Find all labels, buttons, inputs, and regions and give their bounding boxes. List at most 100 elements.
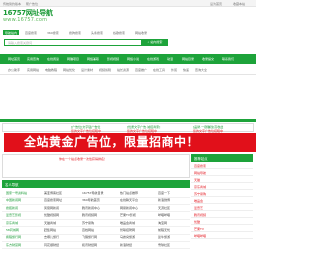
site-link[interactable]: 马蜂窝旅游 [120, 235, 135, 239]
tab-toutiao[interactable]: 头条搜索 [89, 30, 105, 35]
nav-item[interactable]: 收录提交 [202, 57, 214, 61]
sidebar-item[interactable]: 腾讯视频 [191, 211, 253, 218]
search-button[interactable]: ⌕ 站内搜索 [142, 39, 168, 46]
promo-banner[interactable]: 全站黄金广告位，限量招商中！ [4, 133, 256, 152]
site-link[interactable]: 新浪财经 [120, 243, 132, 247]
site-link[interactable]: 天涯社区 [158, 206, 170, 210]
site-link[interactable]: 百度一下 [158, 191, 170, 195]
ad-link[interactable]: 帮广告位 [26, 2, 38, 6]
nav-item[interactable]: 网址首页 [8, 57, 20, 61]
notice-box: 你在一个站点收录一次性获得排名！ [2, 154, 190, 178]
site-link[interactable]: 国家一号资料站 [6, 191, 27, 195]
site-link[interactable]: 和讯财经网 [82, 243, 97, 247]
nav-item[interactable]: 网站目录 [182, 57, 194, 61]
subnav-item[interactable]: 站长资源 [117, 68, 129, 72]
sidebar-item[interactable]: 哔哩哔哩 [191, 232, 253, 239]
site-link[interactable]: 新浪微博 [158, 198, 170, 202]
nav-item[interactable]: 在线游戏 [147, 57, 159, 61]
site-link[interactable]: 搜狐新闻 [6, 206, 18, 210]
site-link[interactable]: 东方财富网 [6, 243, 21, 247]
site-link[interactable]: 芒果TV影视 [120, 213, 136, 217]
subnav-item[interactable]: 在线工具 [153, 68, 165, 72]
site-link[interactable]: 去哪儿旅行 [44, 235, 59, 239]
site-link[interactable]: 在线聊天平台 [120, 198, 138, 202]
sidebar-item[interactable]: 爱奇艺 [191, 204, 253, 211]
nav-item[interactable]: 影视视频 [107, 57, 119, 61]
tab-site-search[interactable]: 导航站内 [3, 30, 20, 35]
subnav-item[interactable]: 电脑教程 [45, 68, 57, 72]
site-link[interactable]: 爱奇艺影视 [6, 213, 21, 217]
site-link[interactable]: 腾讯视频网 [82, 213, 97, 217]
search-button-label: 站内搜索 [150, 40, 163, 44]
subnav-item[interactable]: 网站优化 [63, 68, 75, 72]
site-link[interactable]: 苏宁易购 [82, 221, 94, 225]
sidebar-item[interactable]: 网站导航 [191, 169, 253, 176]
subnav-item[interactable]: 实用网站 [27, 68, 39, 72]
site-link[interactable]: 唯品会商城 [120, 221, 135, 225]
version-link[interactable]: 传统简约版本 [3, 2, 21, 6]
site-link[interactable]: 携程旅行网 [6, 235, 21, 239]
subnav-item[interactable]: 快递 [183, 68, 189, 72]
site-link[interactable]: 凤凰网新闻 [44, 206, 59, 210]
nav-item[interactable]: 网赚项目 [67, 57, 79, 61]
site-link[interactable]: 京东商城 [6, 221, 18, 225]
tab-360[interactable]: 360搜索 [45, 30, 61, 35]
site-link[interactable]: 淘宝网 [158, 221, 167, 225]
site-link[interactable]: 58同城网 [6, 228, 19, 232]
tab-sogou[interactable]: 搜狗搜索 [67, 30, 83, 35]
site-link[interactable]: 百姓网站 [82, 228, 94, 232]
site-link[interactable]: 优酷视频网 [44, 213, 59, 217]
nav-item[interactable]: 网络小说 [127, 57, 139, 61]
site-link[interactable]: 腾讯新闻中心 [82, 206, 100, 210]
tab-google[interactable]: 谷歌搜索 [111, 30, 127, 35]
sidebar-item[interactable]: 天猫 [191, 176, 253, 183]
site-link[interactable]: 360导航首页 [82, 198, 100, 202]
site-link[interactable]: 飞猪旅行网 [82, 235, 97, 239]
subnav-item[interactable]: 办公助手 [8, 68, 20, 72]
main-nav: 网址首页 实用查询 在线阅读 网赚项目 网络兼职 影视视频 网络小说 在线游戏 … [0, 54, 256, 64]
subnav-item[interactable]: 视频剪辑 [99, 68, 111, 72]
site-link[interactable]: 中国新闻网 [6, 198, 21, 202]
section-divider [0, 119, 256, 122]
sidebar-title: 推荐站点 [191, 154, 253, 162]
sidebar-item[interactable]: 京东商城 [191, 183, 253, 190]
site-link[interactable]: 热门站点推荐 [120, 191, 138, 195]
subnav-item[interactable]: 百度推广 [135, 68, 147, 72]
nav-item[interactable]: 在线阅读 [47, 57, 59, 61]
top-bar: 传统简约版本 帮广告位 设为首页 收藏本站 [0, 0, 256, 7]
site-link[interactable]: 16757导航目录 [82, 191, 104, 195]
tab-baidu[interactable]: 百度搜索 [23, 30, 39, 35]
site-link[interactable]: 途牛旅游 [158, 235, 170, 239]
tab-submit[interactable]: 网站收录 [133, 30, 149, 35]
subnav-item[interactable]: 设计素材 [81, 68, 93, 72]
nav-item[interactable]: 联系我们 [222, 57, 234, 61]
subnav-item[interactable]: 外贸 [171, 68, 177, 72]
site-link[interactable]: 百度搜索网址 [44, 198, 62, 202]
sidebar-item[interactable]: 芒果TV [191, 225, 253, 232]
site-link[interactable]: 雪球社区 [158, 243, 170, 247]
site-logo[interactable]: 16757网址导航 www.16757.com [3, 9, 53, 27]
site-link[interactable]: 同花顺财经 [44, 243, 59, 247]
subnav-item[interactable]: 查询大全 [195, 68, 207, 72]
nav-item[interactable]: 实用查询 [27, 57, 39, 61]
site-link[interactable]: 智联招聘网 [120, 228, 135, 232]
site-link[interactable]: 天猫商城 [44, 221, 56, 225]
set-homepage-link[interactable]: 设为首页 [210, 2, 222, 6]
nav-item[interactable]: 网络兼职 [87, 57, 99, 61]
notice-text[interactable]: 你在一个站点收录一次性获得排名！ [59, 157, 107, 161]
logo-title: 16757网址导航 [3, 9, 53, 17]
sidebar-item[interactable]: 优酷 [191, 218, 253, 225]
site-link[interactable]: 赶集网站 [44, 228, 56, 232]
site-link[interactable]: 哔哩哔哩 [158, 213, 170, 217]
site-link[interactable]: 前程无忧 [158, 228, 170, 232]
bookmark-link[interactable]: 收藏本站 [233, 2, 245, 6]
site-link[interactable]: 网易新闻中心 [120, 206, 138, 210]
site-link[interactable]: 美亚博客社区 [44, 191, 62, 195]
row-divider [2, 248, 190, 250]
section-title: 名人导航 [2, 180, 190, 188]
nav-item[interactable]: 动漫 [167, 57, 173, 61]
sidebar-item[interactable]: 苏宁易购 [191, 190, 253, 197]
search-input[interactable]: 请输入搜索关键词 [4, 39, 142, 46]
sidebar-item[interactable]: 百度搜索 [191, 162, 253, 169]
sidebar-item[interactable]: 唯品会 [191, 197, 253, 204]
